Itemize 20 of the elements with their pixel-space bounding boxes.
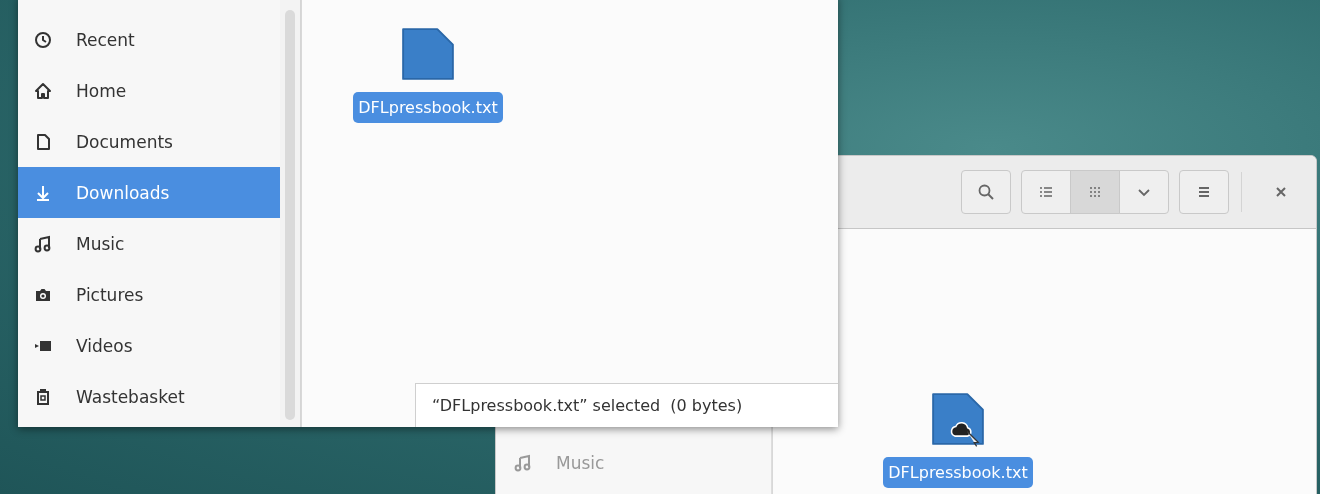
clock-icon [34,30,52,49]
sidebar-item[interactable]: Wastebasket [18,371,280,422]
down-arrow-icon [34,183,52,202]
sidebar-item[interactable]: Home [18,65,280,116]
search-icon [977,183,995,201]
sidebar-item[interactable]: Documents [18,116,280,167]
sidebar-item[interactable]: Music [18,218,280,269]
menu-button[interactable] [1179,170,1229,214]
sidebar-item[interactable]: Recent [18,14,280,65]
status-overlay: “DFLpressbook.txt” selected (0 bytes) [415,383,838,427]
house-icon [34,81,52,100]
search-button[interactable] [961,170,1011,214]
document-icon [34,132,52,151]
scrollbar[interactable] [285,10,295,420]
trash-icon [34,387,52,406]
list-view-button[interactable] [1021,170,1071,214]
sidebar-item[interactable]: Videos [18,320,280,371]
music-note-icon [514,453,532,472]
sidebar-item[interactable]: Pictures [18,269,280,320]
music-note-icon [34,234,52,253]
